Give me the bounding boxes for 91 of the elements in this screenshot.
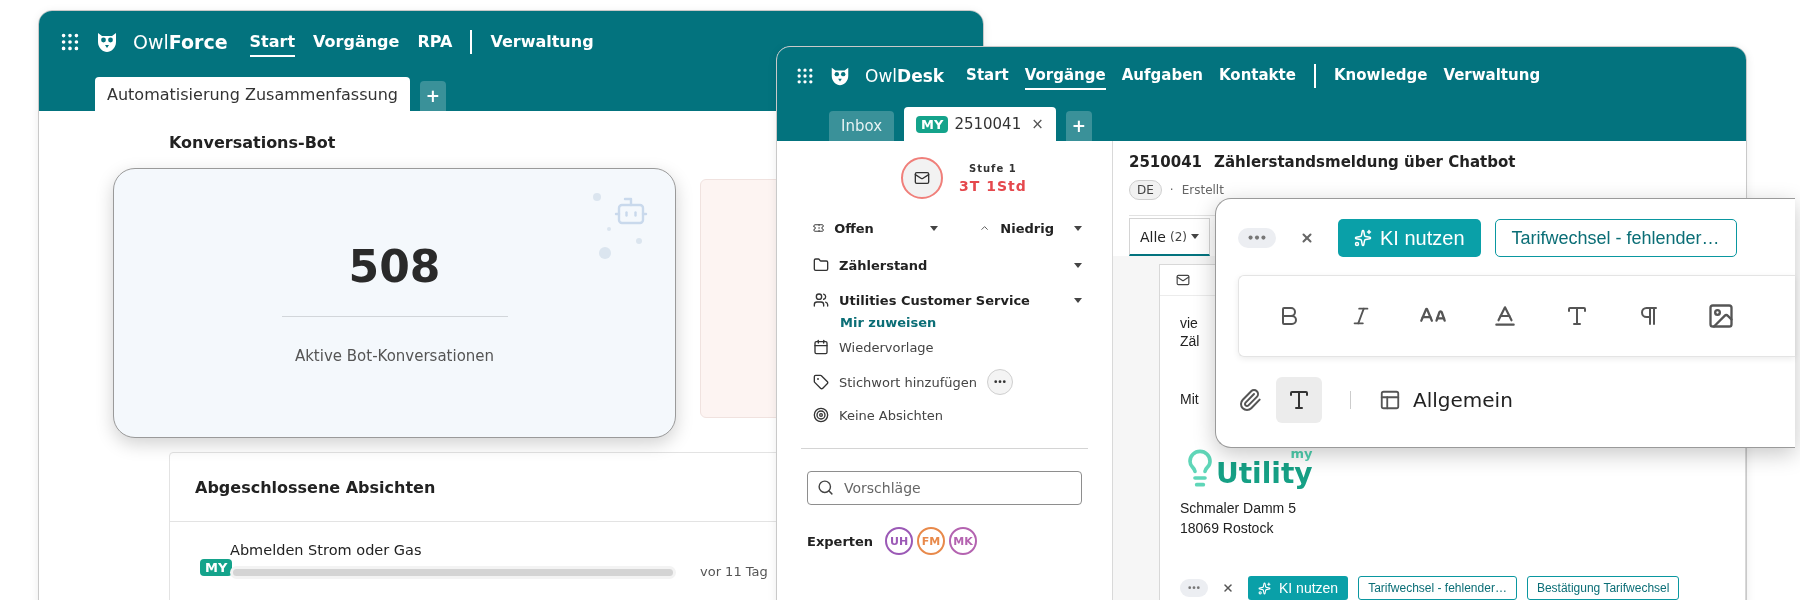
search-field[interactable]: Vorschläge (807, 471, 1082, 505)
nav-link[interactable]: Kontakte (1219, 62, 1296, 90)
stat-value: 508 (348, 241, 441, 292)
tab-label: Inbox (841, 117, 883, 135)
more-button[interactable] (1238, 228, 1276, 248)
tab-badge: MY (916, 115, 949, 133)
ticket-subject: 2510041 Zählerstandsmeldung über Chatbot (1129, 153, 1517, 171)
intent-time: vor 11 Tag (700, 564, 768, 579)
close-icon[interactable]: × (1031, 115, 1044, 133)
stat-label: Aktive Bot-Konversationen (294, 347, 495, 365)
search-icon (817, 479, 834, 496)
status-dropdown[interactable]: Offen (834, 220, 874, 236)
caret-icon (1074, 297, 1082, 303)
apps-grid-icon[interactable] (59, 31, 81, 53)
ellipsis-icon (993, 380, 1006, 384)
more-button[interactable] (1180, 579, 1208, 597)
address-line: Schmaler Damm 5 (1180, 499, 1297, 518)
category-dropdown[interactable]: Zählerstand (839, 257, 928, 273)
tab-label: 2510041 (954, 115, 1022, 133)
mail-text: vie (1180, 314, 1198, 332)
owl-icon (95, 30, 119, 54)
more-button[interactable] (986, 369, 1013, 395)
caret-icon (1191, 234, 1199, 239)
intents-label: Keine Absichten (839, 407, 944, 423)
ai-button[interactable]: KI nutzen (1338, 219, 1481, 257)
add-tab-button[interactable]: + (419, 81, 446, 111)
nav-link[interactable]: Aufgaben (1121, 62, 1203, 90)
filter-dropdown[interactable]: Alle (2) (1129, 218, 1210, 256)
language-badge: DE (1129, 180, 1162, 200)
owl-icon (829, 65, 851, 87)
folder-icon (813, 257, 829, 273)
caret-icon (1074, 225, 1082, 231)
paperclip-icon[interactable] (1238, 388, 1262, 412)
address-line: 18069 Rostock (1180, 519, 1275, 538)
meta-text: Erstellt (1181, 183, 1224, 197)
intent-name: Abmelden Strom oder Gas (230, 542, 423, 558)
suggestion-button[interactable]: Tarifwechsel - fehlender… (1358, 576, 1517, 600)
section-title: Konversations-Bot (169, 133, 337, 152)
layout-icon (1379, 389, 1401, 411)
brand-logo: OwlDesk (865, 66, 945, 86)
priority-dropdown[interactable]: Niedrig (1000, 220, 1054, 236)
calendar-icon (813, 339, 829, 355)
caret-icon (930, 225, 939, 231)
sparkles-icon (1354, 229, 1372, 247)
nav-link[interactable]: Start (249, 27, 296, 57)
mail-text: Zäl (1180, 332, 1200, 350)
text-color-icon (1492, 303, 1518, 329)
tag-icon (813, 374, 829, 390)
template-button[interactable]: Allgemein (1379, 388, 1513, 412)
format-toggle[interactable] (1276, 377, 1322, 423)
apps-grid-icon[interactable] (795, 66, 815, 86)
add-tag-label[interactable]: Stichwort hinzufügen (839, 374, 977, 390)
expert-avatar[interactable]: UH (885, 527, 914, 555)
tab[interactable]: Automatisierung Zusammenfassung (95, 77, 410, 111)
team-dropdown[interactable]: Utilities Customer Service (839, 292, 1030, 308)
sparkles-icon (1258, 581, 1271, 595)
image-icon (1707, 302, 1735, 330)
ai-button[interactable]: KI nutzen (1248, 576, 1349, 600)
level-label: Stufe 1 (969, 162, 1017, 174)
suggestion-button[interactable]: Tarifwechsel - fehlender… (1494, 219, 1737, 257)
nav-link[interactable]: Knowledge (1333, 62, 1428, 90)
assign-link[interactable]: Mir zuweisen (840, 315, 1082, 330)
tab[interactable]: Inbox (829, 111, 895, 141)
users-icon (813, 292, 829, 308)
nav-link[interactable]: RPA (417, 27, 453, 57)
nav-link[interactable]: Vorgänge (1024, 62, 1106, 90)
experts-label: Experten (807, 533, 874, 549)
intent-badge: MY (200, 559, 233, 576)
nav-link[interactable]: Verwaltung (490, 27, 594, 57)
nav-link[interactable]: Vorgänge (313, 27, 400, 57)
mail-icon (1176, 273, 1190, 287)
caret-icon (1074, 262, 1082, 268)
mail-text: Mit (1180, 390, 1199, 408)
text-format-icon (1287, 388, 1311, 412)
ellipsis-icon (1188, 586, 1200, 590)
mail-icon (914, 170, 930, 186)
close-icon (1222, 582, 1234, 594)
target-icon (813, 407, 829, 423)
nav-link[interactable]: Start (966, 62, 1009, 90)
close-icon (1300, 231, 1314, 245)
sla-time: 3T 1Std (959, 177, 1027, 194)
add-tab-button[interactable]: + (1065, 111, 1092, 141)
nav-link[interactable]: Verwaltung (1443, 62, 1541, 90)
brand-logo: OwlForce (133, 31, 228, 53)
resubmission-label[interactable]: Wiedervorlage (839, 339, 934, 355)
meta-separator: · (1169, 183, 1174, 197)
text-format-icon (1565, 304, 1589, 328)
suggestion-button[interactable]: Bestätigung Tarifwechsel (1526, 576, 1680, 600)
tab[interactable]: MY 2510041 × (904, 107, 1056, 141)
ellipsis-icon (1248, 235, 1266, 241)
expert-avatar[interactable]: MK (949, 527, 978, 555)
